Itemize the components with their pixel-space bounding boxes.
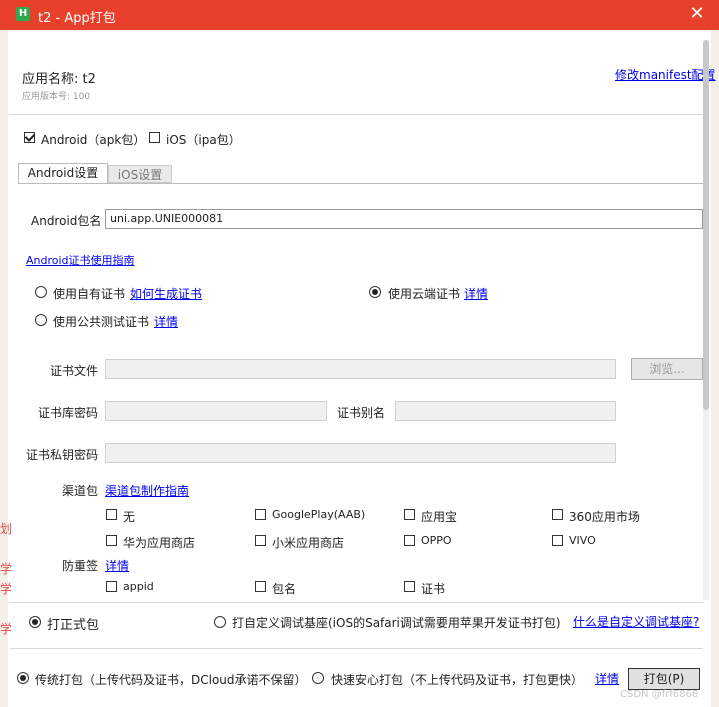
channel-guide-link[interactable]: 渠道包制作指南 (105, 482, 189, 499)
own-cert-label: 使用自有证书 (53, 287, 126, 301)
background-editor-right (711, 30, 719, 707)
traditional-pack-radio[interactable] (17, 672, 29, 684)
channel-checkbox[interactable] (106, 509, 117, 520)
key-password-input[interactable] (105, 443, 616, 463)
cert-file-input[interactable] (105, 359, 616, 379)
package-name-label: Android包名 (31, 214, 102, 228)
divider (10, 602, 703, 603)
background-text-fragment: 学 (0, 582, 13, 596)
tab-android-settings[interactable]: Android设置 (18, 163, 108, 183)
anti-resign-package-label: 包名 (272, 582, 297, 596)
background-text-fragment: 学 (0, 562, 13, 576)
traditional-pack-label: 传统打包（上传代码及证书，DCloud承诺不保留） (35, 673, 307, 687)
formal-build-radio[interactable] (29, 616, 41, 628)
channel-checkbox[interactable] (255, 535, 266, 546)
anti-resign-appid-label: appid (123, 580, 154, 593)
channel-checkbox[interactable] (404, 509, 415, 520)
window-title: t2 - App打包 (38, 11, 116, 26)
divider (10, 114, 703, 115)
android-checkbox-label: Android（apk包） (41, 133, 146, 147)
channel-label: 渠道包 (62, 484, 99, 498)
how-to-generate-cert-link[interactable]: 如何生成证书 (130, 285, 202, 302)
what-is-custom-base-link[interactable]: 什么是自定义调试基座? (573, 613, 699, 630)
divider (10, 648, 703, 649)
android-checkbox[interactable] (24, 132, 35, 143)
anti-resign-checkbox[interactable] (106, 581, 117, 592)
background-text-fragment: 划 (0, 522, 13, 536)
scrollbar-thumb[interactable] (703, 40, 709, 410)
keystore-password-label: 证书库密码 (38, 406, 99, 420)
app-name: 应用名称: t2 (22, 72, 96, 87)
own-cert-radio[interactable] (35, 286, 47, 298)
anti-resign-label: 防重签 (62, 559, 99, 573)
cloud-cert-label: 使用云端证书 (388, 287, 461, 301)
anti-resign-checkbox[interactable] (404, 581, 415, 592)
keystore-password-input[interactable] (105, 401, 327, 421)
pack-mode-detail-link[interactable]: 详情 (595, 670, 619, 687)
anti-resign-cert-label: 证书 (421, 582, 446, 596)
tab-ios-settings[interactable]: iOS设置 (108, 165, 172, 183)
ios-checkbox-label: iOS（ipa包） (166, 133, 241, 147)
public-test-cert-radio[interactable] (35, 314, 47, 326)
anti-resign-detail-link[interactable]: 详情 (105, 557, 129, 574)
package-name-value: uni.app.UNIE000081 (110, 212, 224, 225)
app-version: 应用版本号: 100 (22, 92, 91, 102)
channel-checkbox[interactable] (255, 509, 266, 520)
channel-label-googleplay: GooglePlay(AAB) (272, 508, 366, 521)
cloud-cert-detail-link[interactable]: 详情 (464, 285, 488, 302)
browse-button[interactable]: 浏览... (631, 358, 703, 380)
modify-manifest-link[interactable]: 修改manifest配置 (615, 66, 716, 83)
public-cert-detail-link[interactable]: 详情 (154, 313, 178, 330)
custom-base-radio[interactable] (214, 616, 226, 628)
cert-alias-label: 证书别名 (337, 406, 386, 420)
background-text-fragment: 学 (0, 622, 13, 636)
hbuilder-app-icon: H (16, 7, 30, 21)
channel-label-huawei: 华为应用商店 (123, 536, 196, 550)
custom-base-label: 打自定义调试基座(iOS的Safari调试需要用苹果开发证书打包) (232, 616, 561, 630)
public-test-cert-label: 使用公共测试证书 (53, 315, 150, 329)
key-password-label: 证书私钥密码 (26, 448, 99, 462)
formal-build-label: 打正式包 (47, 618, 100, 633)
channel-label-yingyongbao: 应用宝 (421, 510, 458, 524)
channel-label-360: 360应用市场 (569, 510, 640, 524)
watermark: CSDN @frf6868 (620, 689, 699, 700)
pack-button[interactable]: 打包(P) (628, 668, 700, 690)
fast-pack-label: 快速安心打包（不上传代码及证书，打包更快） (331, 673, 584, 687)
channel-checkbox[interactable] (404, 535, 415, 546)
close-icon[interactable]: ✕ (687, 4, 707, 24)
cert-alias-input[interactable] (395, 401, 616, 421)
channel-checkbox[interactable] (552, 535, 563, 546)
anti-resign-checkbox[interactable] (255, 581, 266, 592)
channel-label-none: 无 (123, 510, 136, 524)
fast-pack-radio[interactable] (312, 672, 324, 684)
channel-checkbox[interactable] (552, 509, 563, 520)
channel-label-xiaomi: 小米应用商店 (272, 536, 345, 550)
package-name-input[interactable]: uni.app.UNIE000081 (105, 209, 703, 229)
cloud-cert-radio[interactable] (369, 286, 381, 298)
tab-divider (18, 183, 703, 184)
ios-checkbox[interactable] (149, 132, 160, 143)
channel-label-oppo: OPPO (421, 534, 452, 547)
cert-file-label: 证书文件 (50, 364, 99, 378)
channel-checkbox[interactable] (106, 535, 117, 546)
background-editor-left (0, 30, 8, 707)
android-cert-guide-link[interactable]: Android证书使用指南 (26, 252, 135, 268)
channel-label-vivo: VIVO (569, 534, 596, 547)
